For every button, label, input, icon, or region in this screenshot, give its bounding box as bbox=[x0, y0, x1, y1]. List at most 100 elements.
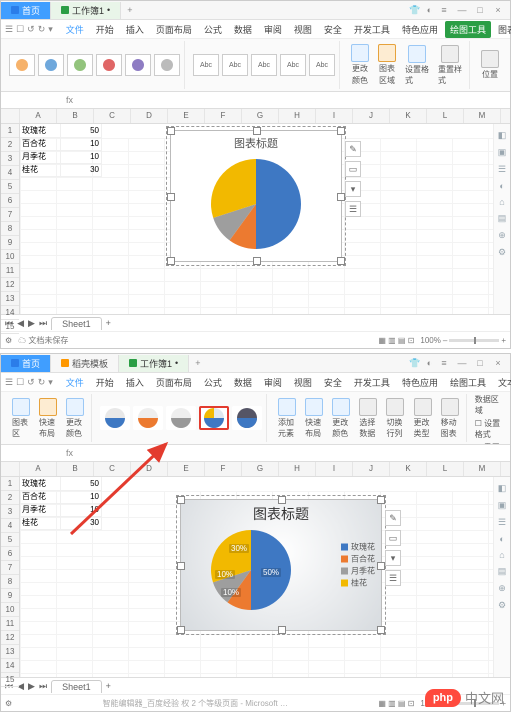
menu-draw[interactable]: 绘图工具 bbox=[445, 374, 491, 391]
menu-file[interactable]: 文件 bbox=[61, 374, 89, 391]
row-header[interactable]: 12 bbox=[1, 631, 19, 645]
column-header[interactable]: H bbox=[279, 109, 316, 123]
column-header[interactable] bbox=[1, 462, 20, 476]
qat-undo-icon[interactable]: ↺ bbox=[27, 24, 35, 35]
side-panel-icon[interactable]: ▣ bbox=[498, 147, 507, 158]
maximize-button[interactable]: □ bbox=[474, 5, 486, 16]
column-header[interactable]: J bbox=[353, 109, 390, 123]
change-color-button[interactable]: 更改颜色 bbox=[63, 398, 87, 439]
menu-insert[interactable]: 插入 bbox=[121, 21, 149, 38]
resize-handle[interactable] bbox=[377, 496, 385, 504]
chart-filter-icon[interactable]: ▾ bbox=[385, 550, 401, 566]
resize-handle[interactable] bbox=[278, 626, 286, 634]
menu-security[interactable]: 安全 bbox=[319, 374, 347, 391]
cell[interactable]: 月季花 bbox=[20, 150, 61, 164]
resize-handle[interactable] bbox=[253, 127, 261, 135]
cell[interactable]: 10 bbox=[61, 137, 102, 151]
home-tab[interactable]: 首页 bbox=[1, 355, 51, 372]
style-thumb[interactable]: Abc bbox=[222, 54, 248, 76]
column-header[interactable]: C bbox=[94, 109, 131, 123]
pie-chart[interactable]: 图表标题 50% 10% 10% 30% 玫瑰花 百合花 月季花 bbox=[180, 499, 382, 631]
side-panel-icon[interactable]: ☰ bbox=[498, 517, 506, 528]
side-panel-icon[interactable]: ◧ bbox=[498, 130, 507, 141]
sheet-tab[interactable]: Sheet1 bbox=[51, 317, 102, 330]
side-panel-icon[interactable]: ◐ bbox=[499, 534, 504, 544]
column-header[interactable]: H bbox=[279, 462, 316, 476]
chart-more-icon[interactable]: ☰ bbox=[385, 570, 401, 586]
row-header[interactable]: 7 bbox=[1, 561, 19, 575]
menu-review[interactable]: 审阅 bbox=[259, 374, 287, 391]
zoom-slider[interactable] bbox=[449, 339, 499, 342]
menu-text[interactable]: 文本工具 bbox=[493, 374, 511, 391]
style-thumb[interactable]: Abc bbox=[251, 54, 277, 76]
close-button[interactable]: × bbox=[492, 358, 504, 369]
side-panel-icon[interactable]: ◐ bbox=[499, 181, 504, 191]
chart-type-thumb[interactable] bbox=[9, 54, 35, 76]
menu-insert[interactable]: 插入 bbox=[121, 374, 149, 391]
side-panel-icon[interactable]: ⊕ bbox=[498, 583, 506, 594]
minimize-button[interactable]: — bbox=[456, 358, 468, 369]
resize-handle[interactable] bbox=[177, 562, 185, 570]
resize-handle[interactable] bbox=[177, 496, 185, 504]
chart-area-button[interactable]: 图表区域 bbox=[375, 44, 399, 86]
menu-dev[interactable]: 开发工具 bbox=[349, 21, 395, 38]
cell[interactable]: 10 bbox=[61, 150, 102, 164]
menu-extra[interactable]: 特色应用 bbox=[397, 374, 443, 391]
column-header[interactable]: E bbox=[168, 109, 205, 123]
row-header[interactable]: 11 bbox=[1, 264, 19, 278]
row-header[interactable]: 2 bbox=[1, 491, 19, 505]
row-header[interactable]: 15 bbox=[1, 673, 19, 687]
column-header[interactable]: B bbox=[57, 109, 94, 123]
resize-handle[interactable] bbox=[167, 193, 175, 201]
column-header[interactable]: D bbox=[131, 109, 168, 123]
row-header[interactable]: 7 bbox=[1, 208, 19, 222]
user-avatar[interactable]: ◐ bbox=[427, 358, 432, 369]
column-header[interactable]: G bbox=[242, 462, 279, 476]
reset-style-button[interactable]: 重置样式 bbox=[435, 45, 465, 86]
column-header[interactable]: A bbox=[20, 109, 57, 123]
cell[interactable]: 30 bbox=[61, 516, 102, 530]
menu-layout[interactable]: 页面布局 bbox=[151, 21, 197, 38]
change-color-button[interactable]: 更改颜色 bbox=[348, 44, 372, 86]
chart-legend[interactable]: 玫瑰花 百合花 月季花 桂花 bbox=[341, 541, 375, 590]
menu-dev[interactable]: 开发工具 bbox=[349, 374, 395, 391]
cell[interactable]: 玫瑰花 bbox=[20, 477, 61, 491]
move-chart-button[interactable]: 移动图表 bbox=[438, 398, 462, 439]
zoom-out-icon[interactable]: – bbox=[443, 336, 447, 345]
maximize-button[interactable]: □ bbox=[474, 358, 486, 369]
row-header[interactable]: 4 bbox=[1, 519, 19, 533]
cell[interactable]: 30 bbox=[61, 163, 102, 177]
set-format-button[interactable]: 设置格式 bbox=[402, 45, 432, 86]
menu-data[interactable]: 数据 bbox=[229, 21, 257, 38]
chart-layout-icon[interactable]: ▭ bbox=[385, 530, 401, 546]
qat-menu-icon[interactable]: ☰ bbox=[5, 24, 13, 35]
resize-handle[interactable] bbox=[377, 626, 385, 634]
chart-style-thumb[interactable] bbox=[100, 406, 130, 430]
cell[interactable]: 桂花 bbox=[20, 163, 61, 177]
side-panel-icon[interactable]: ⚙ bbox=[498, 600, 506, 611]
column-header[interactable]: E bbox=[168, 462, 205, 476]
row-header[interactable]: 4 bbox=[1, 166, 19, 180]
grid-area[interactable]: 123456789101112131415 玫瑰花50百合花10月季花10桂花3… bbox=[1, 124, 510, 314]
column-header[interactable]: L bbox=[427, 109, 464, 123]
chart-type-thumb[interactable] bbox=[67, 54, 93, 76]
cell[interactable]: 玫瑰花 bbox=[20, 124, 61, 138]
row-header[interactable]: 11 bbox=[1, 617, 19, 631]
set-format-button[interactable]: 设置格式 bbox=[475, 419, 500, 439]
column-header[interactable]: D bbox=[131, 462, 168, 476]
cell[interactable]: 10 bbox=[61, 503, 102, 517]
row-header[interactable]: 8 bbox=[1, 222, 19, 236]
menu-review[interactable]: 审阅 bbox=[259, 21, 287, 38]
view-page-icon[interactable]: ▥ bbox=[388, 336, 396, 345]
chart-layout-icon[interactable]: ▭ bbox=[345, 161, 361, 177]
row-header[interactable]: 9 bbox=[1, 236, 19, 250]
chart-type-thumb[interactable] bbox=[125, 54, 151, 76]
cell[interactable]: 10 bbox=[61, 490, 102, 504]
chart-type-thumb[interactable] bbox=[154, 54, 180, 76]
row-header[interactable]: 5 bbox=[1, 533, 19, 547]
sheet-nav-last[interactable]: ⏭ bbox=[39, 318, 47, 329]
view-normal-icon[interactable]: ▦ bbox=[378, 336, 386, 345]
pie-slice-rose[interactable] bbox=[256, 159, 301, 249]
row-header[interactable]: 13 bbox=[1, 292, 19, 306]
resize-handle[interactable] bbox=[337, 193, 345, 201]
